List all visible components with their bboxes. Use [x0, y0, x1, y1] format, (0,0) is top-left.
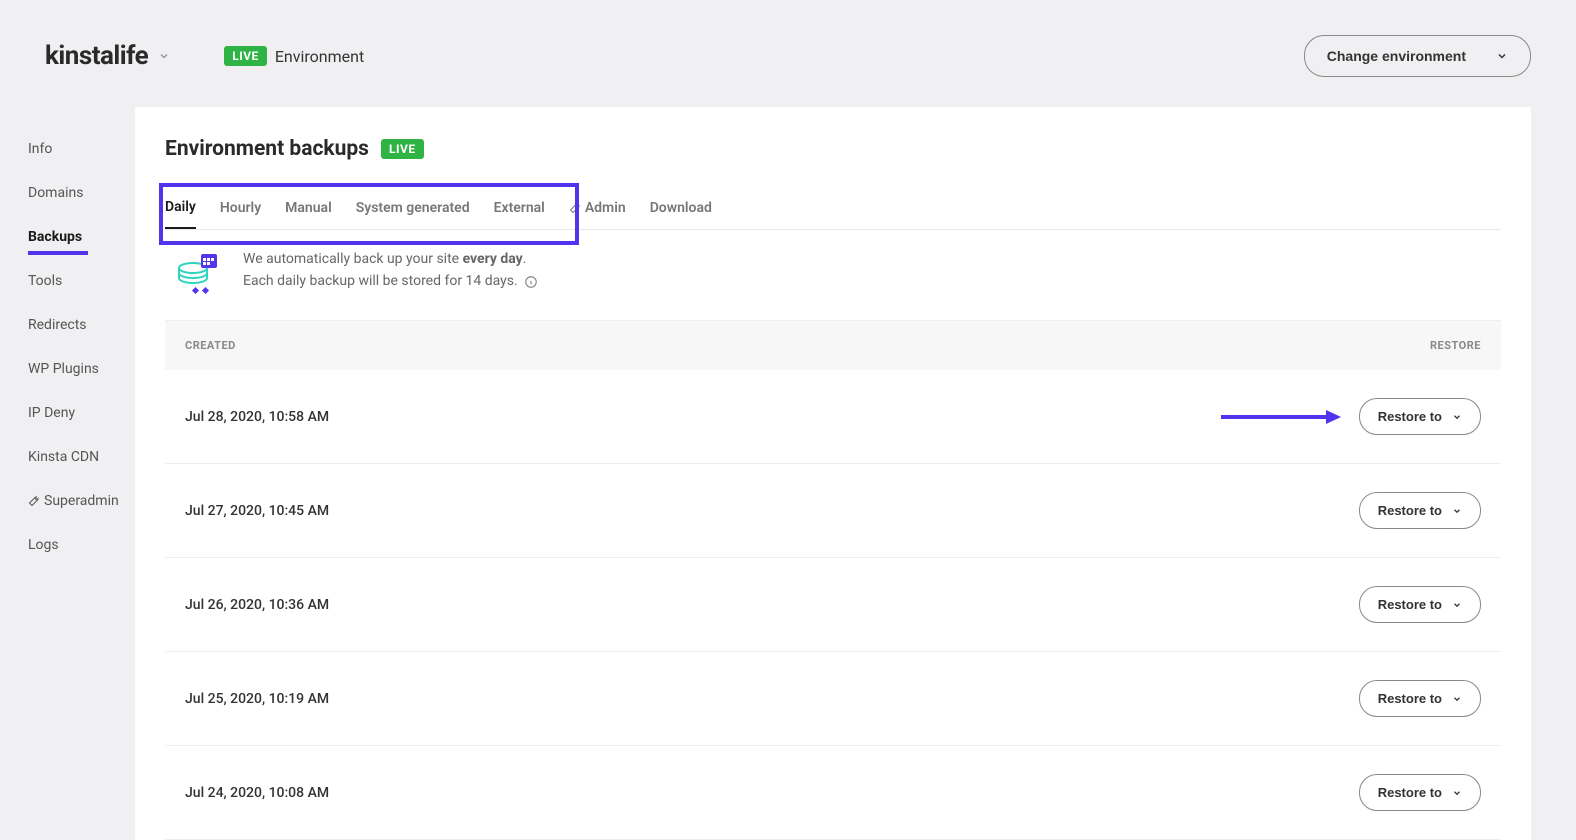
sidebar-item-ip-deny[interactable]: IP Deny — [28, 391, 135, 435]
tab-label: Admin — [585, 200, 626, 216]
tabs: Daily Hourly Manual System generated Externa… — [165, 187, 1501, 229]
table-header: CREATED RESTORE — [165, 321, 1501, 370]
restore-to-label: Restore to — [1378, 597, 1442, 612]
banner-line-2: Each daily backup will be stored for 14 … — [243, 270, 538, 292]
chevron-down-icon — [158, 50, 170, 62]
tab-external[interactable]: External — [494, 187, 545, 229]
tab-label: Download — [650, 200, 712, 216]
restore-to-label: Restore to — [1378, 691, 1442, 706]
tab-manual[interactable]: Manual — [285, 187, 332, 229]
backup-created-date: Jul 24, 2020, 10:08 AM — [185, 785, 329, 801]
restore-to-button[interactable]: Restore to — [1359, 680, 1481, 717]
sidebar: Info Domains Backups Tools Redirects WP Plugi… — [0, 107, 135, 840]
chevron-down-icon — [1452, 412, 1462, 422]
tab-label: Hourly — [220, 200, 261, 216]
banner-line-1: We automatically back up your site every… — [243, 248, 538, 270]
backup-created-date: Jul 28, 2020, 10:58 AM — [185, 409, 329, 425]
tab-system-generated[interactable]: System generated — [356, 187, 470, 229]
chevron-down-icon — [1452, 600, 1462, 610]
restore-to-label: Restore to — [1378, 503, 1442, 518]
restore-to-button[interactable]: Restore to — [1359, 586, 1481, 623]
page-title: Environment backups — [165, 137, 369, 161]
environment-label: Environment — [275, 47, 364, 66]
sidebar-item-label: Tools — [28, 273, 62, 289]
sidebar-item-superadmin[interactable]: Superadmin — [28, 479, 135, 523]
table-body: Jul 28, 2020, 10:58 AMRestore toJul 27, … — [165, 370, 1501, 840]
tab-label: System generated — [356, 200, 470, 216]
tab-label: Manual — [285, 200, 332, 216]
content-area: Environment backups LIVE Daily Hourly Manu… — [135, 107, 1531, 840]
restore-to-button[interactable]: Restore to — [1359, 774, 1481, 811]
backup-created-date: Jul 27, 2020, 10:45 AM — [185, 503, 329, 519]
wand-icon — [28, 495, 40, 507]
tab-label: Daily — [165, 199, 196, 215]
sidebar-item-label: IP Deny — [28, 405, 75, 421]
environment-indicator: LIVE Environment — [224, 46, 364, 66]
annotation-arrow-icon — [1221, 407, 1341, 427]
table-row: Jul 27, 2020, 10:45 AM Restore to — [165, 464, 1501, 558]
change-environment-label: Change environment — [1327, 48, 1466, 64]
sidebar-item-backups[interactable]: Backups — [28, 215, 135, 259]
sidebar-item-label: WP Plugins — [28, 361, 99, 377]
backup-created-date: Jul 25, 2020, 10:19 AM — [185, 691, 329, 707]
backup-schedule-icon — [175, 248, 223, 296]
restore-to-button[interactable]: Restore to — [1359, 492, 1481, 529]
sidebar-item-kinsta-cdn[interactable]: Kinsta CDN — [28, 435, 135, 479]
restore-to-button[interactable]: Restore to — [1359, 398, 1481, 435]
tab-label: External — [494, 200, 545, 216]
sidebar-item-info[interactable]: Info — [28, 127, 135, 171]
sidebar-item-label: Logs — [28, 537, 59, 553]
sidebar-item-tools[interactable]: Tools — [28, 259, 135, 303]
sidebar-item-label: Redirects — [28, 317, 87, 333]
sidebar-item-label: Info — [28, 141, 52, 157]
info-banner: We automatically back up your site every… — [165, 230, 1501, 321]
table-row: Jul 24, 2020, 10:08 AM Restore to — [165, 746, 1501, 840]
table-row: Jul 28, 2020, 10:58 AM Restore to — [165, 370, 1501, 464]
backup-created-date: Jul 26, 2020, 10:36 AM — [185, 597, 329, 613]
site-name: kinstalife — [45, 41, 148, 71]
wand-icon — [569, 202, 581, 214]
column-header-created: CREATED — [185, 339, 236, 352]
sidebar-item-label: Superadmin — [44, 493, 119, 509]
restore-to-label: Restore to — [1378, 785, 1442, 800]
table-row: Jul 25, 2020, 10:19 AM Restore to — [165, 652, 1501, 746]
tab-admin[interactable]: Admin — [569, 187, 626, 229]
live-badge: LIVE — [224, 46, 267, 66]
site-switcher[interactable]: kinstalife — [45, 41, 170, 71]
chevron-down-icon — [1452, 788, 1462, 798]
info-icon[interactable] — [524, 275, 538, 289]
tab-download[interactable]: Download — [650, 187, 712, 229]
sidebar-item-wp-plugins[interactable]: WP Plugins — [28, 347, 135, 391]
sidebar-item-label: Kinsta CDN — [28, 449, 99, 465]
sidebar-item-logs[interactable]: Logs — [28, 523, 135, 567]
chevron-down-icon — [1452, 506, 1462, 516]
tab-hourly[interactable]: Hourly — [220, 187, 261, 229]
tab-daily[interactable]: Daily — [165, 187, 196, 229]
table-row: Jul 26, 2020, 10:36 AM Restore to — [165, 558, 1501, 652]
sidebar-item-label: Backups — [28, 229, 82, 245]
live-badge: LIVE — [381, 139, 424, 159]
chevron-down-icon — [1496, 50, 1508, 62]
change-environment-button[interactable]: Change environment — [1304, 35, 1531, 77]
sidebar-item-domains[interactable]: Domains — [28, 171, 135, 215]
sidebar-item-label: Domains — [28, 185, 83, 201]
column-header-restore: RESTORE — [1430, 339, 1481, 352]
sidebar-item-redirects[interactable]: Redirects — [28, 303, 135, 347]
restore-to-label: Restore to — [1378, 409, 1442, 424]
chevron-down-icon — [1452, 694, 1462, 704]
